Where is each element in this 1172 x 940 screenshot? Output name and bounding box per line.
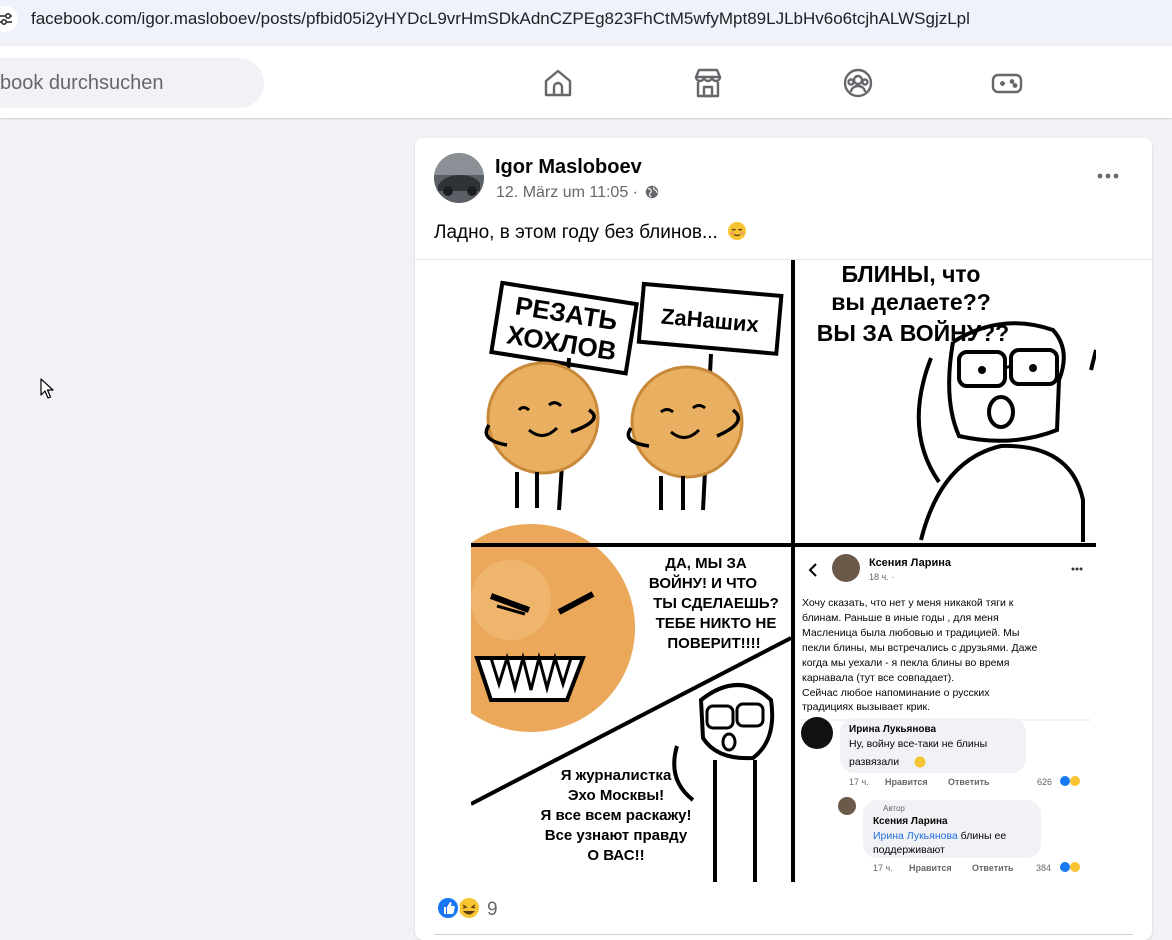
panel4-c1-name: Ирина Лукьянова [849, 724, 937, 735]
site-settings-icon[interactable] [0, 6, 18, 32]
panel3-top-5: ПОВЕРИТ!!!! [667, 635, 760, 652]
panel4-c2-time: 17 ч. [873, 863, 893, 873]
panel3-bottom-2: Эхо Москвы! [568, 787, 664, 804]
mouse-cursor-icon [40, 378, 56, 400]
post-text-content: Ладно, в этом году без блинов... [434, 222, 718, 243]
panel2-line3: ВЫ ЗА ВОЙНУ?? [817, 319, 1009, 346]
post-image[interactable]: РЕЗАТЬ ХОХЛОВ ZaНаших БЛИНЫ, что вы дела… [415, 259, 1152, 882]
search-input[interactable]: book durchsuchen [0, 58, 264, 108]
url-text[interactable]: facebook.com/igor.masloboev/posts/pfbid0… [31, 9, 970, 29]
panel3-top-2: ВОЙНУ! И ЧТО [649, 574, 758, 592]
marketplace-icon[interactable] [691, 66, 725, 100]
panel4-c2-mention: Ирина Лукьянова [873, 830, 958, 842]
post-card: Igor Masloboev 12. März um 11:05 · Ладно… [415, 138, 1152, 940]
panel4-c1-time: 17 ч. [849, 777, 869, 787]
more-options-icon[interactable] [1095, 164, 1121, 188]
panel4-c2-count: 384 [1036, 863, 1051, 873]
panel4-time: 18 ч. · [869, 572, 894, 582]
panel4-name: Ксения Ларина [869, 557, 952, 569]
author-avatar[interactable] [434, 153, 484, 203]
panel2-line2: вы делаете?? [831, 289, 991, 315]
meme-image[interactable]: РЕЗАТЬ ХОХЛОВ ZaНаших БЛИНЫ, что вы дела… [471, 260, 1096, 882]
post-text: Ладно, в этом году без блинов... [434, 221, 747, 244]
panel3-bottom-4: Все узнают правду [545, 827, 688, 844]
search-placeholder[interactable]: book durchsuchen [0, 72, 163, 95]
browser-url-bar[interactable]: facebook.com/igor.masloboev/posts/pfbid0… [0, 0, 1172, 38]
panel3-top-3: ТЫ СДЕЛАЕШЬ? [653, 595, 779, 612]
panel4-body-5: когда мы уехали - я пекла блины во время [802, 657, 1009, 669]
post-meta: 12. März um 11:05 · [496, 184, 659, 202]
like-reaction-icon [436, 896, 460, 920]
panel4-c2-name: Ксения Ларина [873, 816, 948, 827]
panel4-c2-like: Нравится [909, 863, 952, 873]
groups-icon[interactable] [841, 66, 875, 100]
panel4-c1-reply: Ответить [948, 777, 990, 787]
reaction-count[interactable]: 9 [487, 899, 498, 921]
panel4-c2-rest: блины ее [958, 830, 1007, 842]
panel4-c1-line1: Ну, войну все-таки не блины [849, 738, 987, 750]
globe-icon [645, 185, 659, 199]
panel4-body-3: Масленица была любовью и традицией. Мы [802, 627, 1019, 639]
panel3-bottom-1: Я журналистка [561, 767, 672, 784]
panel4-c2-reply: Ответить [972, 863, 1014, 873]
panel4-c2-line2: поддерживают [873, 844, 945, 856]
panel4-c2-text: Ирина Лукьянова блины ее [873, 830, 1006, 842]
panel4-body-6: карнавала (тут все совпадает). [802, 672, 954, 684]
panel4-c1-count: 626 [1037, 777, 1052, 787]
panel4-body-1: Хочу сказать, что нет у меня никакой тяг… [802, 597, 1014, 609]
post-date[interactable]: 12. März um 11:05 · [496, 184, 638, 201]
panel4-body-2: блинам. Раньше в иные годы , для меня [802, 612, 999, 624]
top-navigation: book durchsuchen [0, 46, 1172, 118]
panel3-top-1: ДА, МЫ ЗА [665, 555, 747, 572]
gaming-icon[interactable] [990, 66, 1024, 100]
panel3-bottom-3: Я все всем раскажу! [541, 807, 692, 824]
panel2-line1: БЛИНЫ, что [842, 261, 981, 287]
panel4-c1-like: Нравится [885, 777, 928, 787]
panel4-body-8: традициях вызывает крик. [802, 701, 930, 713]
panel4-body-4: пекли блины, мы встречались с друзьями. … [802, 642, 1037, 654]
home-icon[interactable] [541, 66, 575, 100]
reaction-icons[interactable] [436, 895, 486, 921]
panel3-bottom-5: О ВАС!! [587, 847, 644, 864]
author-name[interactable]: Igor Masloboev [495, 156, 642, 179]
relieved-face-emoji-icon [727, 221, 747, 241]
panel4-body-7: Сейчас любое напоминание о русских [802, 687, 990, 699]
haha-reaction-icon [457, 896, 481, 920]
panel3-top-4: ТЕБЕ НИКТО НЕ [656, 615, 777, 632]
panel4-c2-badge: Автор [883, 804, 905, 813]
divider [434, 934, 1133, 935]
panel4-c1-line2: развязали [849, 756, 899, 768]
